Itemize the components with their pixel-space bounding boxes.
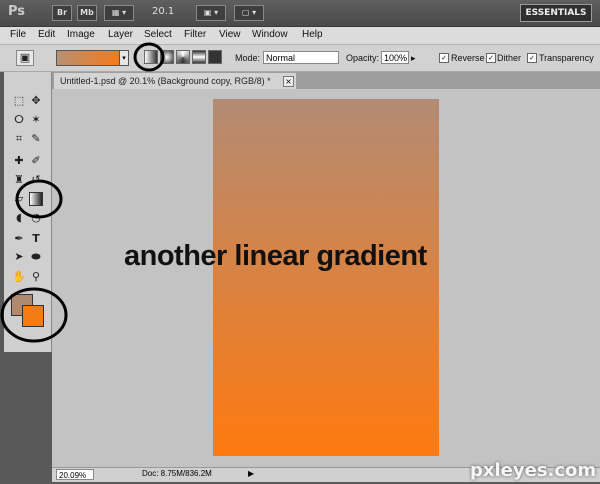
watermark: pxleyes.com bbox=[470, 460, 597, 481]
circle-mark-gradient-tool bbox=[15, 179, 63, 219]
annotation-marks bbox=[0, 42, 165, 343]
circle-mark-color-swatches bbox=[0, 287, 68, 343]
circle-mark-gradient-type bbox=[133, 42, 165, 72]
